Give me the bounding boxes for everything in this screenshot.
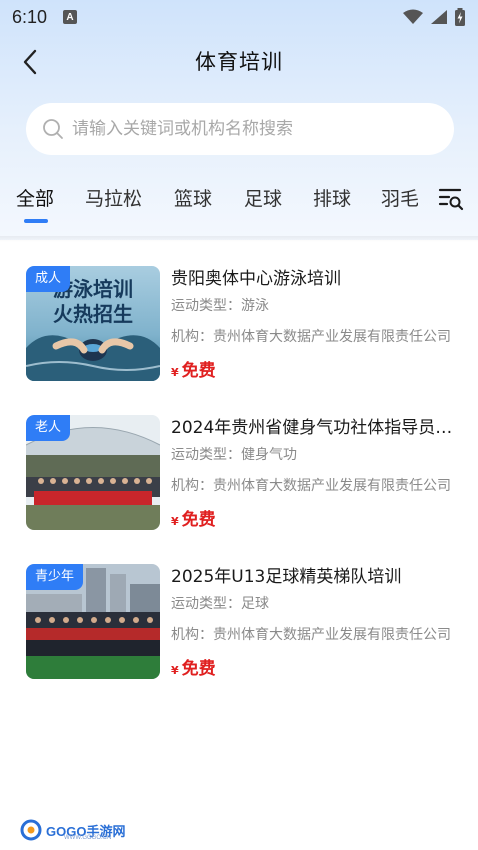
course-card[interactable]: 游泳培训 火热招生 成人 贵阳奥体中心游泳培训 运动类型：游泳 机构：贵州体育大… [0, 250, 478, 381]
sport-type-line: 运动类型：健身气功 [171, 444, 455, 464]
tab-all[interactable]: 全部 [16, 184, 54, 211]
course-card[interactable]: 青少年 2025年U13足球精英梯队培训 运动类型：足球 机构：贵州体育大数据产… [0, 548, 478, 679]
navbar: 体育培训 [0, 38, 478, 84]
sport-type-line: 运动类型：游泳 [171, 295, 455, 315]
price-value: 免费 [181, 361, 216, 381]
audience-tag: 青少年 [26, 564, 84, 590]
org-line: 机构：贵州体育大数据产业发展有限责任公司 [171, 326, 455, 346]
sport-type-label: 运动类型： [171, 596, 241, 612]
tabs-divider [0, 236, 478, 242]
sport-type-value: 游泳 [241, 298, 269, 314]
watermark: GOGO手游网 WWW.GOGO.CN [20, 817, 125, 843]
status-bar: 6:10 A [0, 0, 478, 34]
price-value: 免费 [181, 510, 216, 530]
watermark-url: WWW.GOGO.CN [64, 835, 112, 841]
org-value: 贵州体育大数据产业发展有限责任公司 [213, 627, 451, 643]
currency-symbol: ¥ [171, 515, 179, 528]
org-value: 贵州体育大数据产业发展有限责任公司 [213, 478, 451, 494]
sport-type-value: 足球 [241, 596, 269, 612]
audience-tag: 老人 [26, 415, 71, 441]
org-line: 机构：贵州体育大数据产业发展有限责任公司 [171, 624, 455, 644]
course-thumbnail: 游泳培训 火热招生 成人 [26, 266, 160, 381]
course-title: 2024年贵州省健身气功社体指导员培训 [171, 418, 455, 438]
price: ¥ 免费 [171, 654, 216, 679]
category-filter-button[interactable] [436, 184, 466, 214]
course-title: 贵阳奥体中心游泳培训 [171, 269, 341, 289]
tab-marathon[interactable]: 马拉松 [85, 184, 142, 211]
status-time: 6:10 [12, 6, 48, 27]
signal-icon [431, 10, 447, 24]
page-title: 体育培训 [195, 50, 283, 74]
tab-football[interactable]: 足球 [244, 184, 282, 211]
list-search-icon [438, 188, 464, 211]
active-tab-indicator [24, 219, 48, 223]
search-icon [43, 119, 63, 139]
audience-tag: 成人 [26, 266, 71, 292]
price: ¥ 免费 [171, 505, 216, 530]
battery-icon [455, 8, 465, 26]
tabs-scroll[interactable]: 全部 马拉松 篮球 足球 排球 羽毛球 [0, 170, 418, 232]
poster-subline: 火热招生 [53, 302, 133, 326]
category-tabs: 全部 马拉松 篮球 足球 排球 羽毛球 [0, 170, 478, 232]
course-thumbnail: 老人 [26, 415, 160, 530]
org-line: 机构：贵州体育大数据产业发展有限责任公司 [171, 475, 455, 495]
org-label: 机构： [171, 478, 213, 494]
org-value: 贵州体育大数据产业发展有限责任公司 [213, 329, 451, 345]
tab-badminton[interactable]: 羽毛球 [381, 184, 418, 211]
org-label: 机构： [171, 627, 213, 643]
sport-type-label: 运动类型： [171, 447, 241, 463]
price-value: 免费 [181, 659, 216, 679]
org-label: 机构： [171, 329, 213, 345]
currency-symbol: ¥ [171, 664, 179, 677]
course-card[interactable]: 老人 2024年贵州省健身气功社体指导员培训 运动类型：健身气功 机构：贵州体育… [0, 399, 478, 530]
search-bar[interactable] [26, 103, 454, 155]
tab-basketball[interactable]: 篮球 [174, 184, 212, 211]
currency-symbol: ¥ [171, 366, 179, 379]
gogo-logo-icon [20, 819, 42, 841]
wifi-icon [403, 9, 423, 24]
sport-type-line: 运动类型：足球 [171, 593, 455, 613]
tab-volleyball[interactable]: 排球 [313, 184, 351, 211]
search-input[interactable] [72, 119, 454, 139]
sport-type-value: 健身气功 [241, 447, 297, 463]
course-title: 2025年U13足球精英梯队培训 [171, 567, 402, 587]
course-thumbnail: 青少年 [26, 564, 160, 679]
price: ¥ 免费 [171, 356, 216, 381]
notification-icon: A [63, 10, 78, 24]
sport-type-label: 运动类型： [171, 298, 241, 314]
